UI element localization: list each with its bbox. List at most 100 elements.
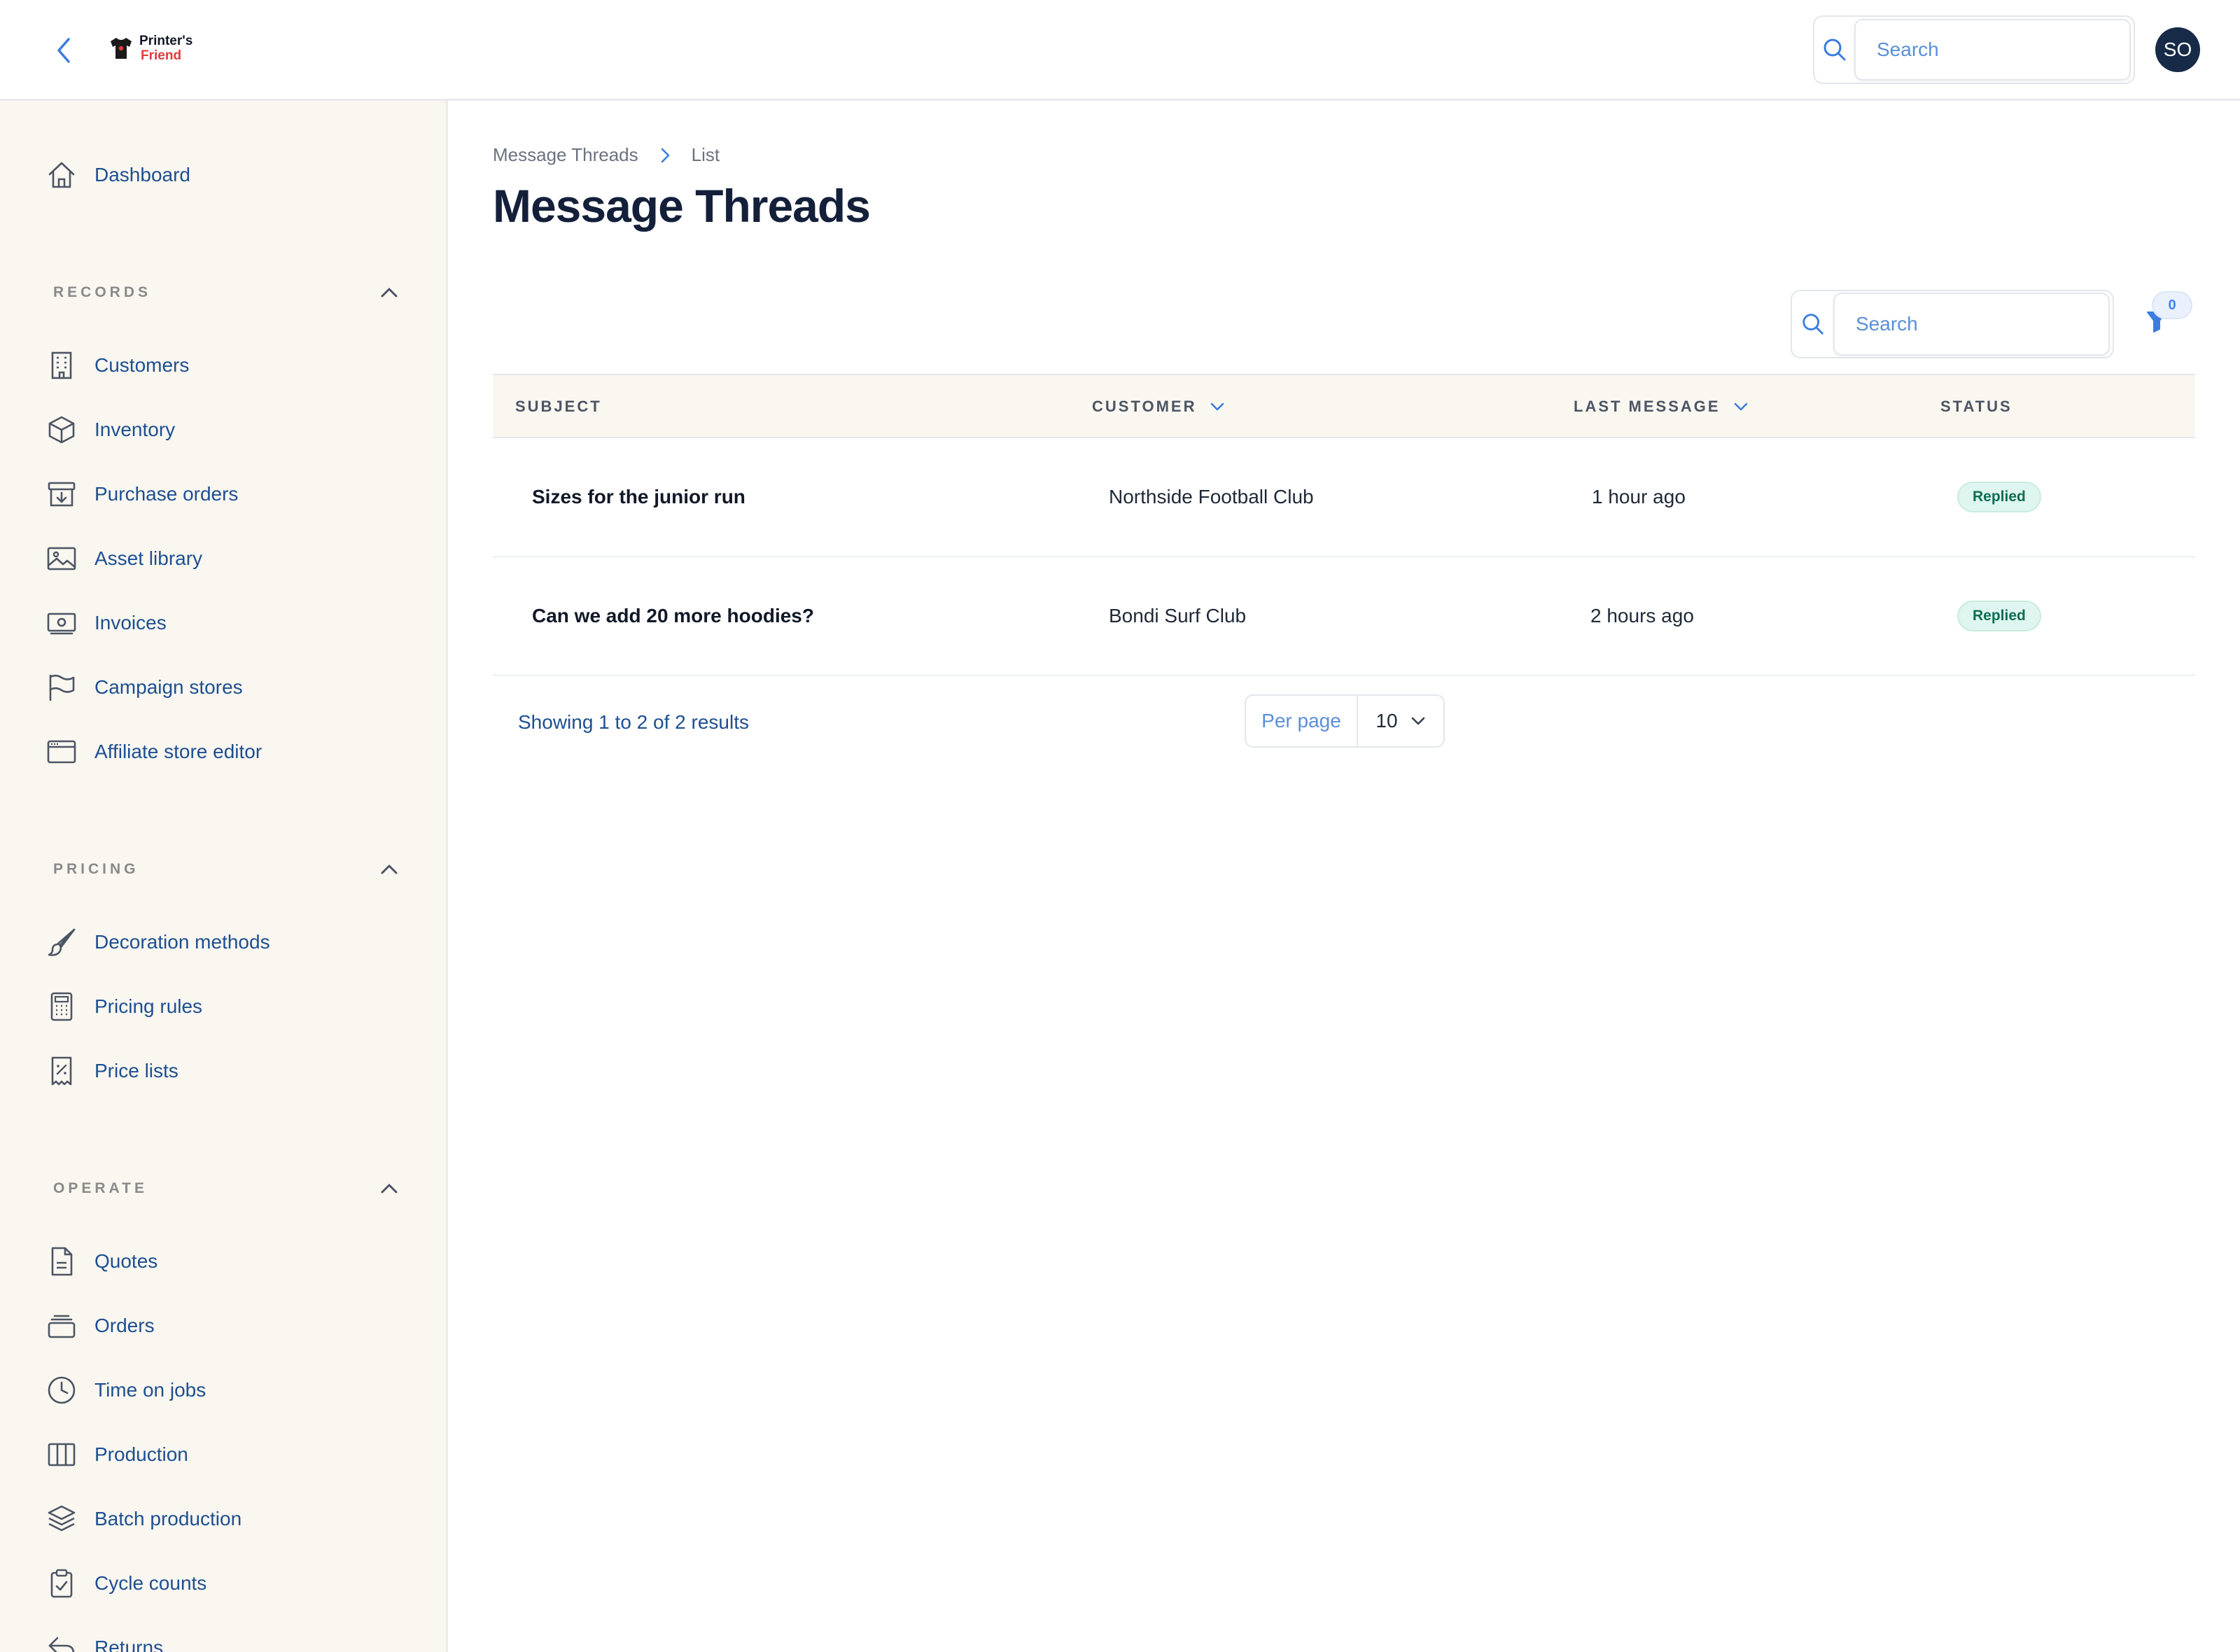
back-button[interactable] <box>49 35 80 66</box>
layers-icon <box>45 1502 78 1536</box>
tshirt-logo-icon <box>111 38 132 59</box>
sidebar-item-campaign-stores[interactable]: Campaign stores <box>45 666 243 708</box>
global-search-input[interactable] <box>1854 19 2131 80</box>
sidebar-item-quotes[interactable]: Quotes <box>45 1240 158 1282</box>
thread-subject[interactable]: Sizes for the junior run <box>532 438 746 556</box>
sidebar-item-label: Campaign stores <box>94 676 243 698</box>
sidebar: Dashboard RECORDS Customers Inventory Pu… <box>0 101 448 1652</box>
table-row[interactable]: Can we add 20 more hoodies? Bondi Surf C… <box>493 557 2195 676</box>
sidebar-item-purchase-orders[interactable]: Purchase orders <box>45 473 238 515</box>
table-search-input[interactable] <box>1833 293 2110 356</box>
breadcrumb-current: List <box>691 144 720 165</box>
page-title: Message Threads <box>493 180 871 232</box>
sidebar-item-time-on-jobs[interactable]: Time on jobs <box>45 1369 206 1411</box>
sidebar-item-label: Production <box>94 1443 188 1465</box>
sidebar-item-orders[interactable]: Orders <box>45 1305 155 1347</box>
section-pricing-header: PRICING <box>53 855 403 883</box>
sidebar-item-invoices[interactable]: Invoices <box>45 602 167 644</box>
sidebar-item-asset-library[interactable]: Asset library <box>45 538 202 580</box>
clipboard-check-icon <box>45 1567 78 1600</box>
return-arrow-icon <box>45 1631 78 1652</box>
sidebar-item-label: Inventory <box>94 419 176 440</box>
breadcrumb-root-link[interactable]: Message Threads <box>493 144 638 166</box>
filter-count-badge: 0 <box>2152 291 2192 319</box>
sidebar-item-batch-production[interactable]: Batch production <box>45 1498 241 1540</box>
stack-icon <box>45 1309 78 1343</box>
sidebar-item-label: Batch production <box>94 1508 242 1530</box>
table-header: SUBJECT CUSTOMER LAST MESSAGE STATUS <box>493 374 2195 438</box>
sidebar-item-pricing-rules[interactable]: Pricing rules <box>45 986 202 1028</box>
logo-text-line1: Printer's <box>139 34 193 48</box>
thread-last-message: 1 hour ago <box>1592 486 1686 507</box>
chevron-up-icon[interactable] <box>375 279 403 307</box>
status-badge: Replied <box>1957 601 2041 631</box>
chevron-left-icon <box>57 38 70 63</box>
section-records-header: RECORDS <box>53 279 403 307</box>
archive-download-icon <box>45 477 78 511</box>
logo-text-line2: Friend <box>141 48 182 63</box>
sidebar-item-production[interactable]: Production <box>45 1434 188 1476</box>
sidebar-item-label: Purchase orders <box>94 483 239 505</box>
clock-icon <box>45 1373 78 1407</box>
cube-icon <box>45 413 78 447</box>
section-operate-header: OPERATE <box>53 1175 403 1203</box>
section-title: RECORDS <box>53 284 152 300</box>
chevron-down-icon[interactable] <box>1210 402 1225 412</box>
top-bar: Printer's Friend SO <box>0 0 2240 101</box>
sidebar-item-label: Quotes <box>94 1250 158 1272</box>
chevron-right-icon <box>651 147 679 164</box>
per-page-value[interactable]: 10 <box>1358 696 1443 746</box>
sidebar-item-label: Decoration methods <box>94 931 270 953</box>
results-summary: Showing 1 to 2 of 2 results <box>518 711 749 733</box>
building-icon <box>45 349 78 382</box>
sidebar-item-label: Invoices <box>94 612 167 634</box>
document-icon <box>45 1245 78 1278</box>
breadcrumb: Message Threads List <box>493 144 720 166</box>
status-cell: Replied <box>1957 438 2041 556</box>
app-logo[interactable]: Printer's Friend <box>108 34 192 63</box>
columns-icon <box>45 1438 78 1471</box>
chevron-down-icon <box>1411 717 1424 725</box>
sidebar-item-decoration-methods[interactable]: Decoration methods <box>45 921 270 963</box>
column-header-customer[interactable]: CUSTOMER <box>1092 375 1225 438</box>
image-icon <box>45 542 78 575</box>
search-icon <box>1814 17 1854 83</box>
thread-last-message: 2 hours ago <box>1590 605 1694 626</box>
table-row[interactable]: Sizes for the junior run Northside Footb… <box>493 438 2195 557</box>
status-badge: Replied <box>1957 482 2041 512</box>
thread-customer: Northside Football Club <box>1109 486 1314 507</box>
column-header-subject: SUBJECT <box>515 398 602 415</box>
paintbrush-icon <box>45 925 78 959</box>
chevron-up-icon[interactable] <box>375 1175 403 1203</box>
sidebar-item-customers[interactable]: Customers <box>45 344 189 386</box>
per-page-select[interactable]: Per page 10 <box>1245 694 1445 748</box>
receipt-percent-icon <box>45 1054 78 1088</box>
sidebar-item-returns[interactable]: Returns <box>45 1627 163 1652</box>
section-title: OPERATE <box>53 1180 148 1196</box>
global-search <box>1813 15 2135 84</box>
sidebar-item-label: Customers <box>94 354 190 376</box>
sidebar-item-dashboard[interactable]: Dashboard <box>45 154 190 196</box>
sidebar-item-label: Affiliate store editor <box>94 741 262 762</box>
calculator-icon <box>45 990 78 1023</box>
browser-window-icon <box>45 735 78 769</box>
column-header-last-message[interactable]: LAST MESSAGE <box>1574 375 1749 438</box>
section-title: PRICING <box>53 861 139 877</box>
thread-subject[interactable]: Can we add 20 more hoodies? <box>532 557 814 675</box>
sidebar-item-label: Price lists <box>94 1060 178 1082</box>
sidebar-item-label: Pricing rules <box>94 995 203 1017</box>
sidebar-item-inventory[interactable]: Inventory <box>45 409 175 451</box>
sidebar-item-label: Returns <box>94 1637 164 1652</box>
sidebar-item-affiliate-store-editor[interactable]: Affiliate store editor <box>45 731 262 773</box>
threads-table: SUBJECT CUSTOMER LAST MESSAGE STATUS Siz… <box>493 374 2195 676</box>
chevron-down-icon[interactable] <box>1733 402 1749 412</box>
sidebar-item-label: Asset library <box>94 547 203 569</box>
sidebar-item-cycle-counts[interactable]: Cycle counts <box>45 1562 206 1604</box>
banknote-icon <box>45 606 78 640</box>
sidebar-item-label: Orders <box>94 1315 155 1336</box>
chevron-up-icon[interactable] <box>375 855 403 883</box>
sidebar-item-price-lists[interactable]: Price lists <box>45 1050 178 1092</box>
user-avatar[interactable]: SO <box>2155 27 2200 72</box>
column-header-status: STATUS <box>1940 398 2012 415</box>
search-icon <box>1792 291 1833 357</box>
